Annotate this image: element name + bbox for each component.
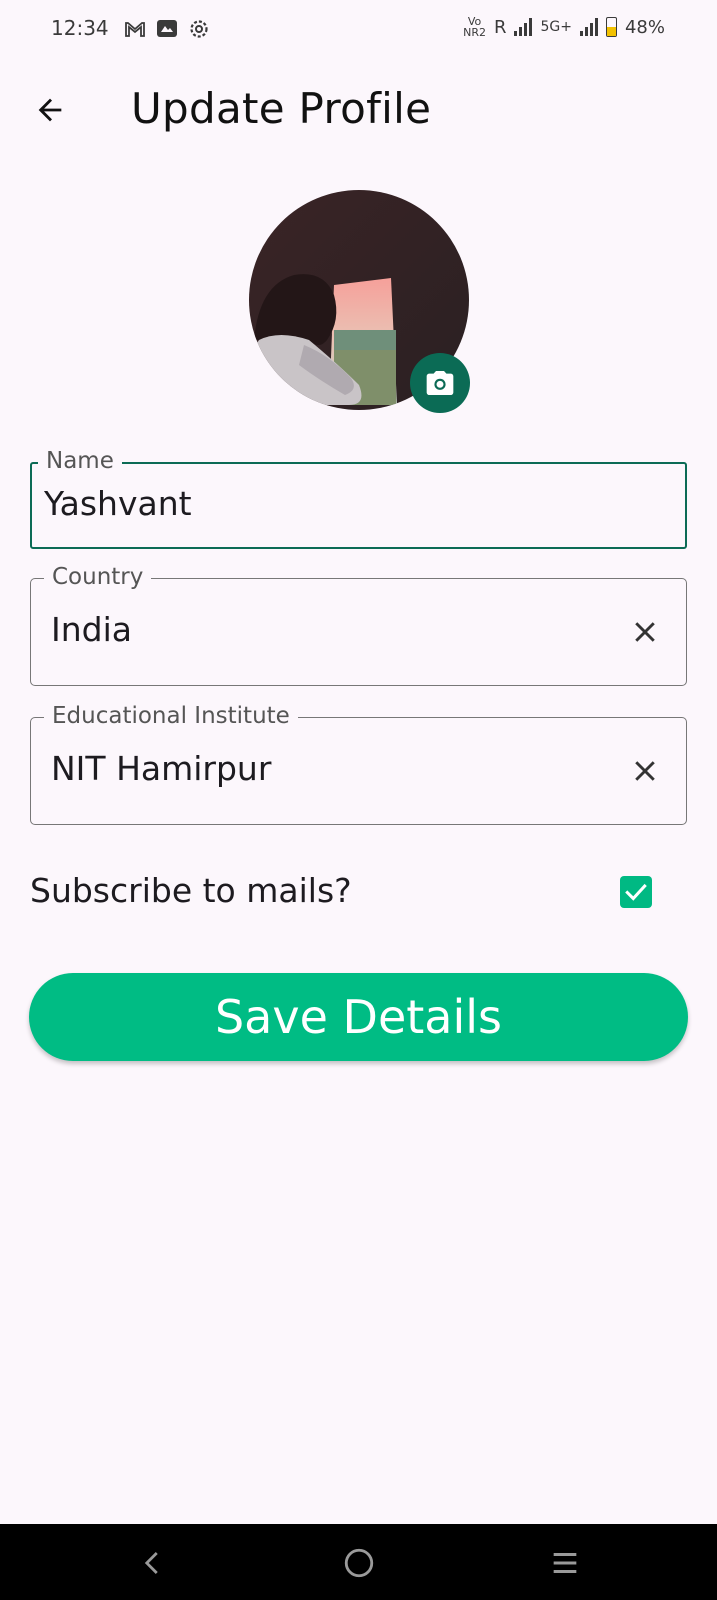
institute-input[interactable] <box>51 749 571 788</box>
check-icon <box>625 883 647 901</box>
system-nav-bar <box>0 1524 717 1600</box>
status-time: 12:34 <box>51 16 109 40</box>
nav-back-button[interactable] <box>128 1538 178 1588</box>
status-bar: 12:34 Vo NR2 R 5G+ 48% <box>0 0 717 62</box>
country-label: Country <box>44 564 152 590</box>
nav-menu-icon <box>553 1552 577 1574</box>
edit-photo-button[interactable] <box>410 353 470 413</box>
save-details-button[interactable]: Save Details <box>29 973 688 1061</box>
network-type: 5G+ <box>540 19 572 35</box>
back-button[interactable] <box>28 88 72 132</box>
close-icon <box>635 761 655 781</box>
nav-home-icon <box>344 1548 374 1578</box>
nav-back-icon <box>144 1552 158 1574</box>
subscribe-checkbox[interactable] <box>620 876 652 908</box>
name-input[interactable] <box>44 484 564 523</box>
settings-icon <box>188 18 210 40</box>
subscribe-label: Subscribe to mails? <box>30 871 352 910</box>
camera-icon <box>426 371 454 395</box>
institute-field[interactable]: Educational Institute <box>30 703 687 825</box>
volte-indicator: Vo NR2 <box>463 15 486 39</box>
message-icon <box>156 18 178 40</box>
gmail-icon <box>124 18 146 40</box>
name-field[interactable]: Name <box>30 448 687 549</box>
country-input[interactable] <box>51 610 571 649</box>
name-label: Name <box>38 448 122 474</box>
nav-menu-button[interactable] <box>540 1538 590 1588</box>
signal-icon-2 <box>579 18 598 36</box>
battery-icon <box>605 17 617 37</box>
clear-country-button[interactable] <box>623 610 667 654</box>
page-title: Update Profile <box>131 84 432 133</box>
signal-icon <box>514 18 533 36</box>
country-field[interactable]: Country <box>30 564 687 686</box>
nav-home-button[interactable] <box>334 1538 384 1588</box>
roaming-indicator: R <box>493 16 507 38</box>
app-bar: Update Profile <box>0 70 717 150</box>
battery-percent: 48% <box>624 16 665 38</box>
status-indicators: Vo NR2 R 5G+ 48% <box>463 16 665 38</box>
institute-label: Educational Institute <box>44 703 298 729</box>
clear-institute-button[interactable] <box>623 749 667 793</box>
close-icon <box>635 622 655 642</box>
arrow-back-icon <box>38 98 62 122</box>
